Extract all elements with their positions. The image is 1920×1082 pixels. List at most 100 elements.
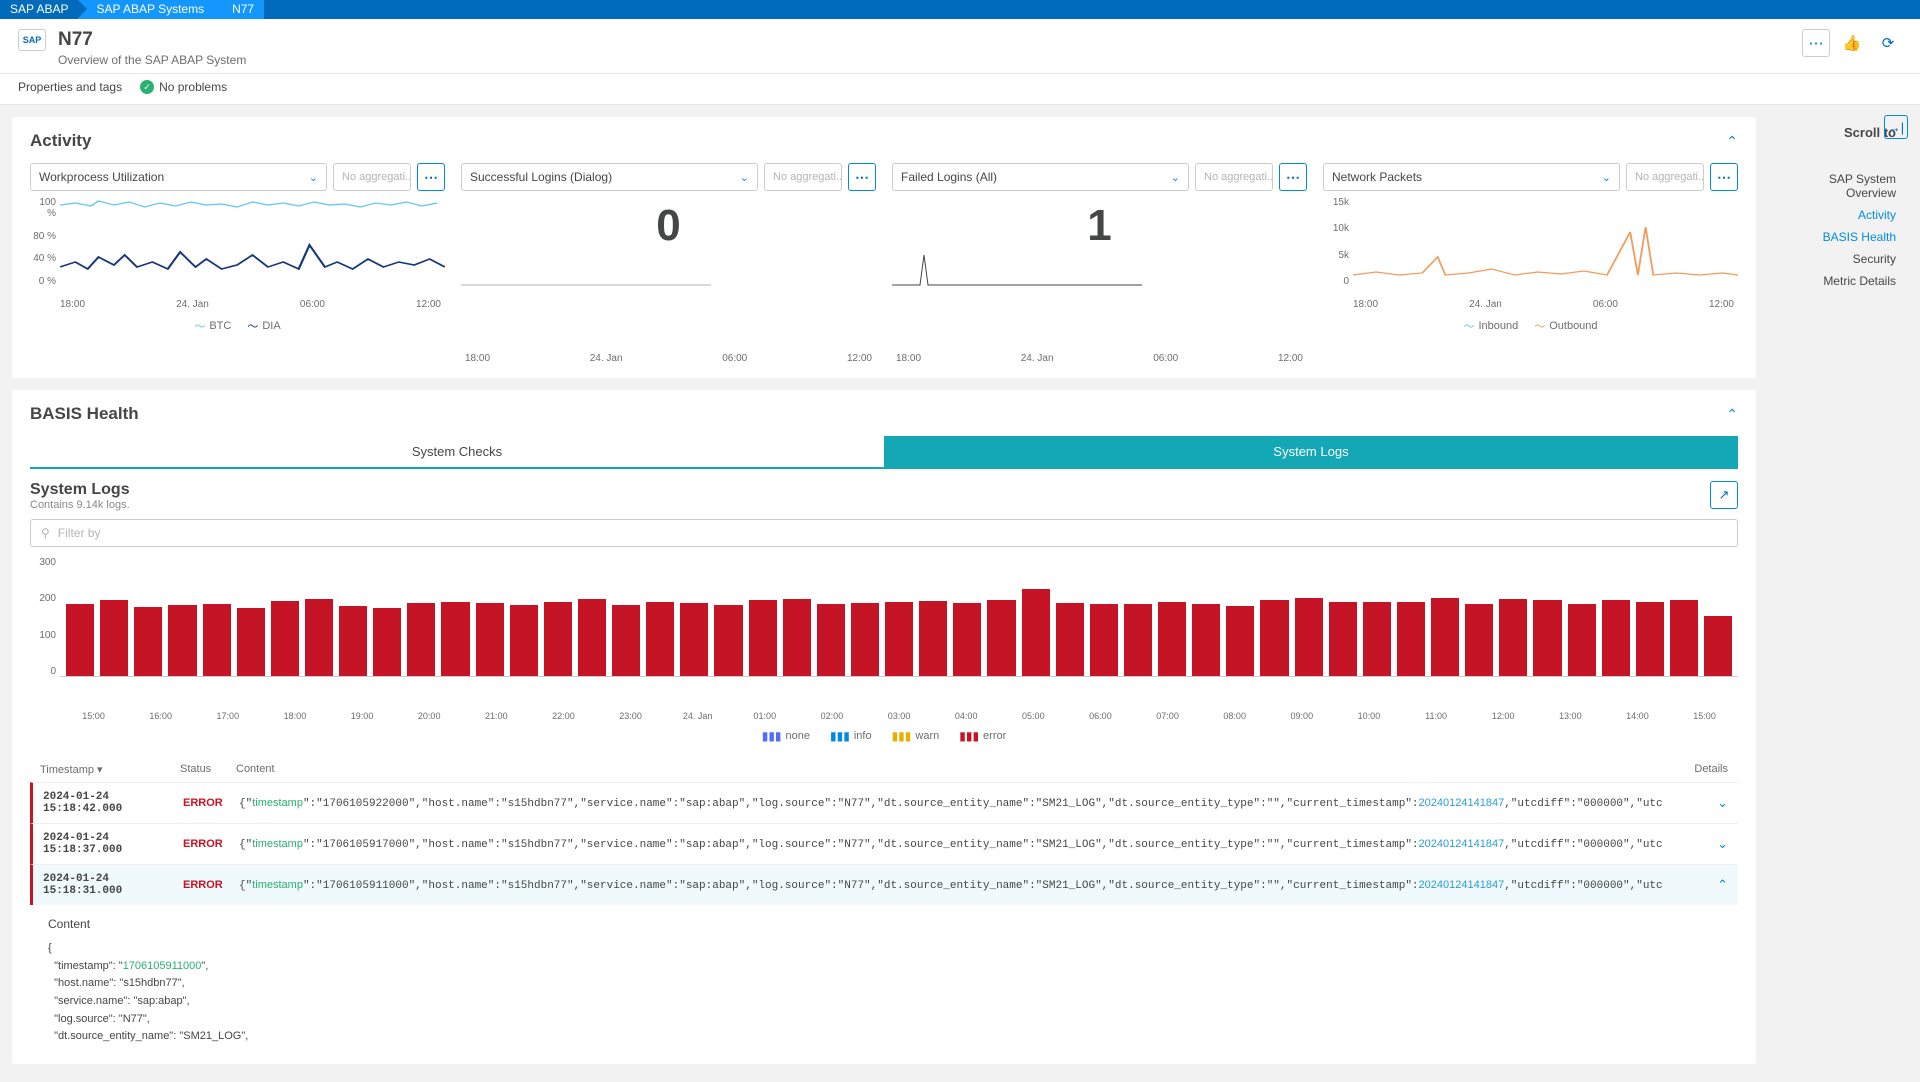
chevron-down-icon[interactable]: ⌄	[1717, 795, 1728, 810]
chevron-up-icon[interactable]: ⌃	[1717, 877, 1728, 892]
log-bar[interactable]	[680, 603, 708, 676]
expand-logs-button[interactable]: ↗	[1710, 481, 1738, 509]
chevron-up-icon[interactable]: ⌃	[1726, 133, 1738, 150]
log-bar[interactable]	[510, 605, 538, 676]
log-row[interactable]: 2024-01-24 15:18:37.000ERROR{"timestamp"…	[30, 823, 1738, 864]
log-bar[interactable]	[441, 602, 469, 676]
tab-system-checks[interactable]: System Checks	[30, 436, 884, 469]
log-bar[interactable]	[714, 605, 742, 676]
log-bar[interactable]	[1670, 600, 1698, 676]
aggregation-select[interactable]: No aggregati...	[333, 163, 411, 191]
log-bar[interactable]	[271, 601, 299, 676]
page-title: N77	[58, 29, 246, 51]
card-more-button[interactable]: ⋯	[1710, 163, 1738, 191]
log-bar[interactable]	[851, 603, 879, 676]
log-bar[interactable]	[1602, 600, 1630, 676]
log-bar[interactable]	[1192, 604, 1220, 676]
chevron-up-icon[interactable]: ⌃	[1726, 406, 1738, 423]
log-row[interactable]: 2024-01-24 15:18:42.000ERROR{"timestamp"…	[30, 782, 1738, 823]
page-subtitle: Overview of the SAP ABAP System	[58, 53, 246, 67]
log-bar[interactable]	[783, 599, 811, 676]
aggregation-select[interactable]: No aggregati...	[764, 163, 842, 191]
log-bar[interactable]	[237, 608, 265, 676]
log-bar[interactable]	[885, 602, 913, 676]
breadcrumb-sap-abap[interactable]: SAP ABAP	[0, 0, 78, 19]
aggregation-select[interactable]: No aggregati...	[1195, 163, 1273, 191]
log-bar[interactable]	[407, 603, 435, 676]
log-bar[interactable]	[66, 604, 94, 676]
log-bar[interactable]	[646, 602, 674, 676]
log-bar[interactable]	[134, 607, 162, 676]
card-more-button[interactable]: ⋯	[1279, 163, 1307, 191]
log-bar[interactable]	[1226, 606, 1254, 676]
scrollto-basis-health[interactable]: BASIS Health	[1776, 226, 1896, 248]
log-bar[interactable]	[168, 605, 196, 676]
collapse-nav-icon[interactable]: →|	[1884, 115, 1908, 139]
logs-bar-chart: 3002001000	[30, 557, 1738, 707]
log-row[interactable]: 2024-01-24 15:18:31.000ERROR{"timestamp"…	[30, 864, 1738, 905]
log-bar[interactable]	[1431, 598, 1459, 676]
log-bar[interactable]	[1568, 604, 1596, 676]
scroll-to-heading: Scroll to	[1776, 125, 1896, 140]
col-content[interactable]: Content	[236, 763, 1668, 776]
scrollto-security[interactable]: Security	[1776, 248, 1896, 270]
filter-input[interactable]: ⚲ Filter by	[30, 519, 1738, 547]
metric-select[interactable]: Failed Logins (All)⌄	[892, 163, 1189, 191]
activity-card-0: Workprocess Utilization⌄No aggregati...⋯…	[30, 163, 445, 364]
log-bar[interactable]	[476, 603, 504, 676]
basis-title: BASIS Health	[30, 404, 139, 424]
log-bar[interactable]	[100, 600, 128, 676]
log-bar[interactable]	[373, 608, 401, 676]
log-bar[interactable]	[612, 605, 640, 676]
log-bar[interactable]	[953, 603, 981, 676]
activity-panel: Activity ⌃ Workprocess Utilization⌄No ag…	[12, 117, 1756, 378]
scrollto-metric-details[interactable]: Metric Details	[1776, 270, 1896, 292]
metric-select[interactable]: Network Packets⌄	[1323, 163, 1620, 191]
metric-select[interactable]: Workprocess Utilization⌄	[30, 163, 327, 191]
log-bar[interactable]	[1636, 602, 1664, 676]
log-bar[interactable]	[203, 604, 231, 676]
log-bar[interactable]	[1022, 589, 1050, 676]
log-bar[interactable]	[339, 606, 367, 676]
aggregation-select[interactable]: No aggregati...	[1626, 163, 1704, 191]
log-bar[interactable]	[1465, 604, 1493, 676]
log-bar[interactable]	[817, 604, 845, 676]
thumbs-up-icon[interactable]: 👍	[1838, 29, 1866, 57]
log-bar[interactable]	[749, 600, 777, 676]
log-bar[interactable]	[1090, 604, 1118, 676]
no-problems-badge: ✓ No problems	[140, 80, 227, 94]
log-bar[interactable]	[1295, 598, 1323, 676]
log-bar[interactable]	[1499, 599, 1527, 676]
more-actions-button[interactable]: ⋯	[1802, 29, 1830, 57]
card-more-button[interactable]: ⋯	[417, 163, 445, 191]
col-timestamp[interactable]: Timestamp ▾	[40, 763, 180, 776]
log-bar[interactable]	[987, 600, 1015, 676]
properties-tags-link[interactable]: Properties and tags	[18, 80, 122, 94]
log-bar[interactable]	[1704, 616, 1732, 676]
chevron-down-icon[interactable]: ⌄	[1717, 836, 1728, 851]
log-bar[interactable]	[578, 599, 606, 676]
log-bar[interactable]	[1056, 603, 1084, 676]
log-bar[interactable]	[1533, 600, 1561, 676]
card-more-button[interactable]: ⋯	[848, 163, 876, 191]
log-table: Timestamp ▾ Status Content Details 2024-…	[30, 757, 1738, 1050]
log-bar[interactable]	[1363, 602, 1391, 676]
scrollto-sap-system-overview[interactable]: SAP System Overview	[1776, 168, 1896, 204]
log-bar[interactable]	[1397, 602, 1425, 676]
col-status[interactable]: Status	[180, 763, 236, 776]
log-bar[interactable]	[305, 599, 333, 676]
scrollto-activity[interactable]: Activity	[1776, 204, 1896, 226]
tab-system-logs[interactable]: System Logs	[884, 436, 1738, 469]
no-problems-text: No problems	[159, 80, 227, 94]
breadcrumb-bar: SAP ABAP SAP ABAP Systems N77	[0, 0, 1920, 19]
log-bar[interactable]	[1158, 602, 1186, 676]
col-details: Details	[1668, 763, 1728, 776]
log-bar[interactable]	[544, 602, 572, 676]
metric-select[interactable]: Successful Logins (Dialog)⌄	[461, 163, 758, 191]
log-bar[interactable]	[919, 601, 947, 676]
log-bar[interactable]	[1260, 600, 1288, 676]
breadcrumb-systems[interactable]: SAP ABAP Systems	[78, 0, 214, 19]
log-bar[interactable]	[1329, 602, 1357, 676]
log-bar[interactable]	[1124, 604, 1152, 676]
refresh-icon[interactable]: ⟳	[1874, 29, 1902, 57]
